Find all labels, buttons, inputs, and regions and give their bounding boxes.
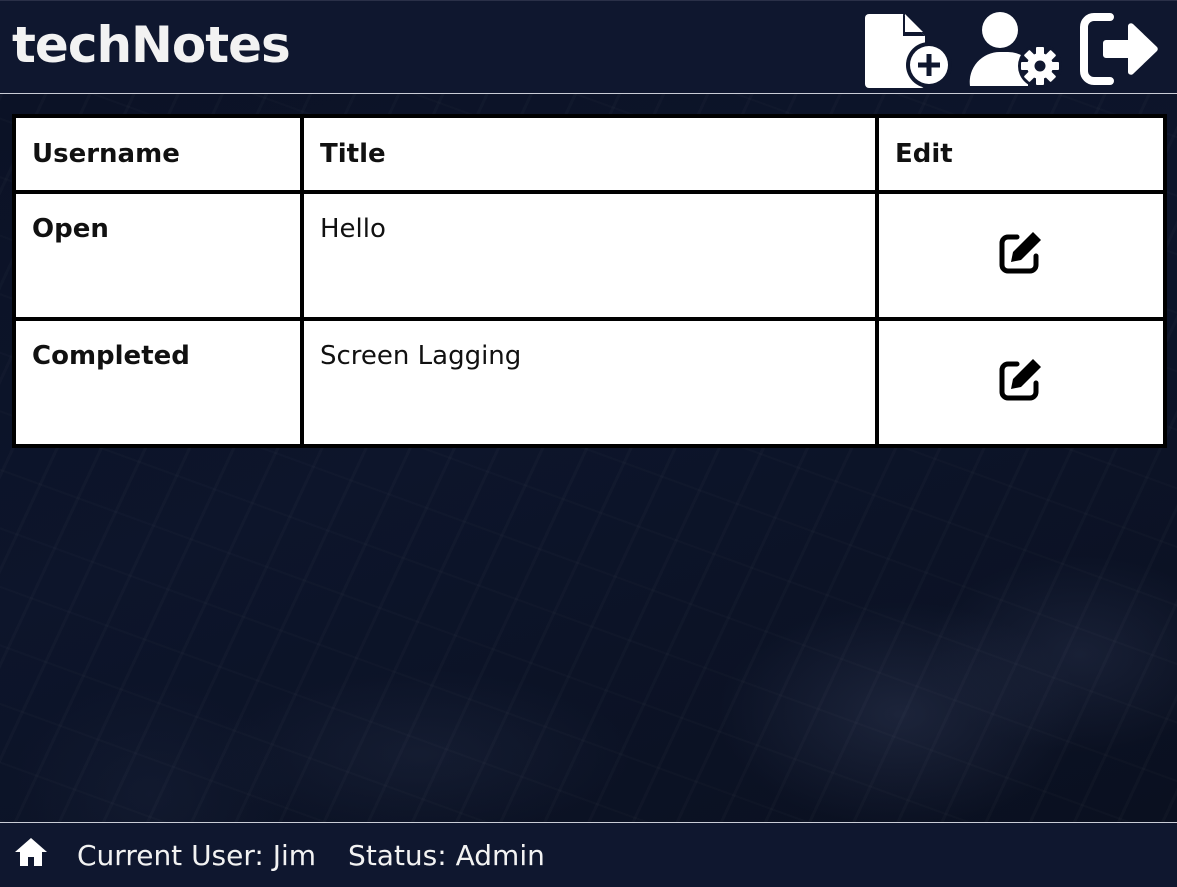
current-user-label: Current User: Jim <box>77 838 317 872</box>
note-title: Screen Lagging <box>304 321 875 444</box>
user-gear-icon <box>966 10 1064 88</box>
note-title: Hello <box>304 194 875 317</box>
file-circle-plus-icon <box>865 10 953 88</box>
table-header-row: Username Title Edit <box>16 118 1163 190</box>
logout-button[interactable] <box>1078 9 1162 89</box>
user-status-label: Status: Admin <box>348 838 545 872</box>
column-header-title: Title <box>304 118 875 190</box>
app-title[interactable]: techNotes <box>12 15 291 75</box>
edit-note-button[interactable] <box>998 356 1044 409</box>
table-row[interactable]: Open Hello <box>16 194 1163 317</box>
note-status-open: Open <box>16 194 300 317</box>
house-icon <box>13 836 49 875</box>
new-note-button[interactable] <box>863 9 955 89</box>
user-settings-button[interactable] <box>965 9 1065 89</box>
right-from-bracket-icon <box>1080 13 1160 85</box>
edit-cell <box>879 321 1163 444</box>
table-row[interactable]: Completed Screen Lagging <box>16 321 1163 444</box>
note-status-completed: Completed <box>16 321 300 444</box>
app-footer: Current User: Jim Status: Admin <box>0 822 1177 887</box>
pen-to-square-icon <box>998 232 1044 282</box>
edit-cell <box>879 194 1163 317</box>
edit-note-button[interactable] <box>998 229 1044 282</box>
column-header-edit: Edit <box>879 118 1163 190</box>
pen-to-square-icon <box>998 359 1044 409</box>
home-button[interactable] <box>13 836 49 875</box>
notes-table: Username Title Edit Open Hello Completed… <box>12 114 1167 448</box>
column-header-username: Username <box>16 118 300 190</box>
app-header: techNotes <box>0 0 1177 94</box>
